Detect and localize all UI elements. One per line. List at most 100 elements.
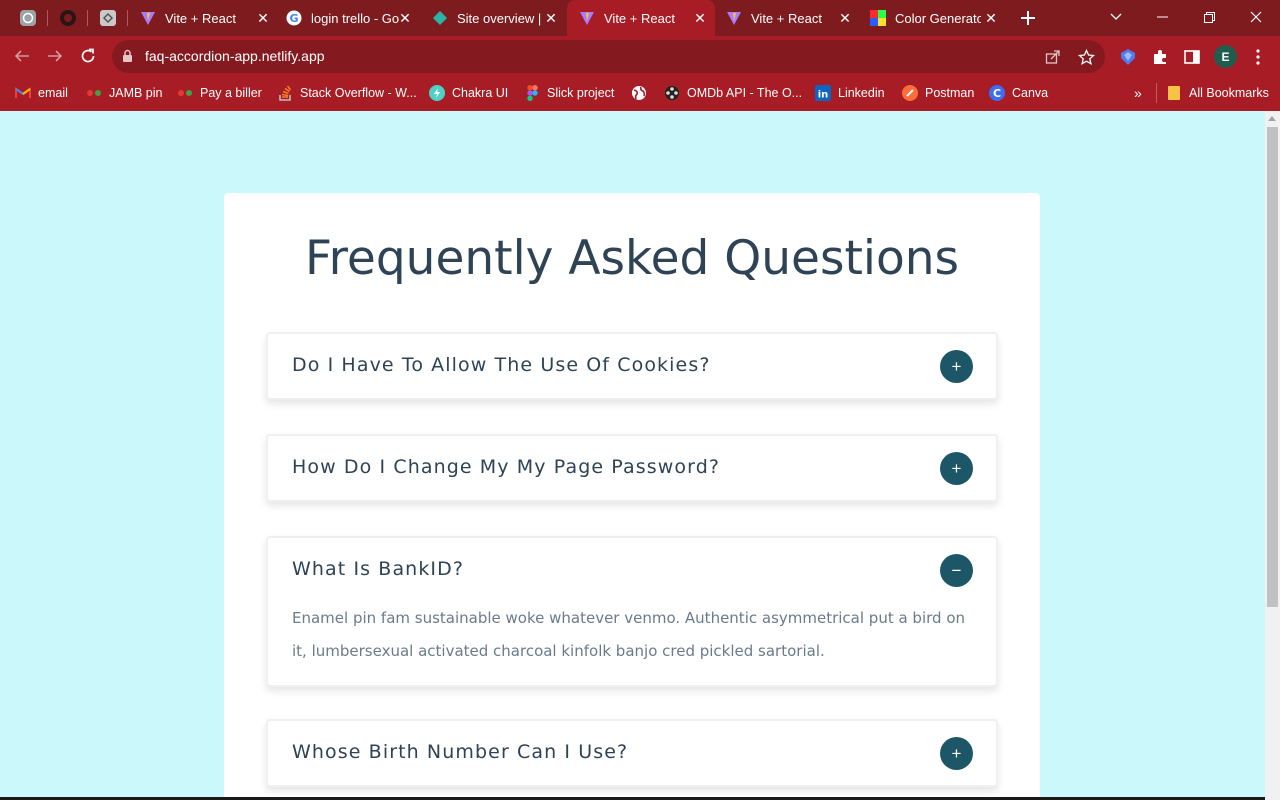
bookmark-label: Stack Overflow - W... (300, 86, 417, 100)
bookmark-postman[interactable]: Postman (902, 83, 974, 103)
bookmark-chakra-ui[interactable]: Chakra UI (429, 83, 508, 103)
side-panel-icon[interactable] (1181, 46, 1203, 68)
tab-vite-react-1[interactable]: Vite + React ✕ (134, 0, 278, 36)
figma-icon (524, 85, 540, 101)
tab-close-icon[interactable]: ✕ (836, 9, 854, 27)
minimize-button[interactable] (1139, 0, 1185, 34)
netlify-icon (432, 10, 448, 26)
pinned-tab-chatgpt[interactable] (18, 8, 38, 28)
bookmark-pay-a-biller[interactable]: Pay a biller (177, 83, 262, 103)
faq-question[interactable]: How Do I Change My My Page Password? (292, 456, 720, 478)
url-text[interactable]: faq-accordion-app.netlify.app (145, 48, 325, 64)
lock-icon (122, 49, 133, 68)
address-bar[interactable]: faq-accordion-app.netlify.app (112, 40, 1105, 73)
tab-close-icon[interactable]: ✕ (396, 9, 414, 27)
close-window-button[interactable] (1233, 0, 1279, 34)
color-generator-icon (870, 10, 886, 26)
page-title: Frequently Asked Questions (305, 231, 959, 286)
forward-button[interactable] (41, 42, 69, 70)
bookmark-label: All Bookmarks (1189, 86, 1269, 100)
tab-search-button[interactable] (1093, 0, 1139, 34)
extension-shield-icon[interactable] (1117, 46, 1139, 68)
vite-icon (726, 10, 742, 26)
tab-label: Vite + React (604, 10, 675, 26)
pinned-tab-github[interactable] (58, 8, 78, 28)
faq-item-birth-number[interactable]: Whose Birth Number Can I Use? + (266, 719, 998, 787)
gmail-icon (15, 85, 31, 101)
bookmark-globe[interactable] (631, 83, 654, 103)
bookmark-label: Postman (925, 86, 975, 100)
menu-kebab-icon[interactable] (1247, 46, 1269, 68)
faq-item-bankid[interactable]: What Is BankID? − Enamel pin fam sustain… (266, 536, 998, 687)
bookmark-label: email (38, 86, 68, 100)
bookmark-label: OMDb API - The O... (687, 86, 803, 100)
tab-vite-react-active[interactable]: Vite + React ✕ (567, 0, 715, 36)
faq-question[interactable]: What Is BankID? (292, 558, 464, 580)
bookmark-label: Chakra UI (452, 86, 509, 100)
new-tab-button[interactable] (1017, 7, 1039, 29)
reload-button[interactable] (74, 42, 102, 70)
tab-close-icon[interactable]: ✕ (982, 9, 1000, 27)
stackoverflow-icon (277, 85, 293, 101)
profile-avatar[interactable]: E (1214, 45, 1237, 68)
svg-text:G: G (289, 12, 298, 25)
bookmark-label: Slick project (547, 86, 615, 100)
pinned-tab-app[interactable] (98, 8, 118, 28)
restore-icon (1203, 11, 1215, 23)
expand-plus-icon[interactable]: + (940, 737, 973, 770)
tab-separator (47, 10, 48, 26)
reload-icon (81, 48, 95, 63)
tab-close-icon[interactable]: ✕ (691, 9, 709, 27)
scrollbar-thumb[interactable] (1267, 127, 1278, 607)
github-icon (60, 10, 76, 26)
page-viewport: Frequently Asked Questions Do I Have To … (0, 111, 1265, 800)
omdb-icon (664, 85, 680, 101)
arrow-left-icon (14, 50, 29, 62)
faq-card: Frequently Asked Questions Do I Have To … (224, 193, 1040, 800)
tab-separator (87, 10, 88, 26)
tab-separator (127, 10, 128, 26)
tab-close-icon[interactable]: ✕ (542, 9, 560, 27)
bookmark-jamb-pin[interactable]: JAMB pin (86, 83, 163, 103)
tab-close-icon[interactable]: ✕ (254, 9, 272, 27)
all-bookmarks-folder[interactable]: All Bookmarks (1156, 83, 1269, 103)
chevron-down-icon (1110, 13, 1122, 20)
bookmark-email[interactable]: email (15, 83, 68, 103)
bookmark-label: Pay a biller (200, 86, 262, 100)
faq-question[interactable]: Do I Have To Allow The Use Of Cookies? (292, 354, 711, 376)
tab-vite-react-3[interactable]: Vite + React ✕ (718, 0, 860, 36)
tab-label: Color Generator (895, 10, 981, 26)
scroll-up-arrow-icon[interactable] (1268, 116, 1276, 121)
tab-site-overview[interactable]: Site overview | ✕ (426, 0, 566, 36)
bookmark-linkedin[interactable]: in Linkedin (815, 83, 885, 103)
faq-item-password[interactable]: How Do I Change My My Page Password? + (266, 434, 998, 502)
bookmark-star-icon[interactable] (1076, 47, 1096, 67)
more-bookmarks-button[interactable]: » (1134, 83, 1142, 103)
minimize-icon (1156, 16, 1168, 18)
svg-text:in: in (818, 90, 829, 101)
bookmark-label: Linkedin (838, 86, 885, 100)
bookmark-omdb[interactable]: OMDb API - The O... (664, 83, 802, 103)
plus-icon (1021, 11, 1035, 25)
restore-button[interactable] (1186, 0, 1232, 34)
vite-icon (579, 10, 595, 26)
share-icon[interactable] (1043, 47, 1063, 67)
dots-icon (86, 85, 102, 101)
extensions-puzzle-icon[interactable] (1149, 46, 1171, 68)
expand-plus-icon[interactable]: + (940, 452, 973, 485)
tab-color-generator[interactable]: Color Generator ✕ (864, 0, 1006, 36)
bookmark-slick-project[interactable]: Slick project (524, 83, 614, 103)
dots-icon (177, 85, 193, 101)
bookmarks-bar: email JAMB pin Pay a biller Stack Overfl… (0, 76, 1280, 111)
folder-icon (1166, 85, 1182, 101)
faq-item-cookies[interactable]: Do I Have To Allow The Use Of Cookies? + (266, 332, 998, 400)
bookmark-stack-overflow[interactable]: Stack Overflow - W... (277, 83, 417, 103)
tab-login-trello[interactable]: G login trello - Go ✕ (280, 0, 420, 36)
bookmark-label: Canva (1012, 86, 1049, 100)
back-button[interactable] (8, 42, 36, 70)
bookmark-canva[interactable]: C Canva (989, 83, 1048, 103)
faq-question[interactable]: Whose Birth Number Can I Use? (292, 741, 628, 763)
collapse-minus-icon[interactable]: − (940, 554, 973, 587)
expand-plus-icon[interactable]: + (940, 350, 973, 383)
app-icon (100, 10, 116, 26)
